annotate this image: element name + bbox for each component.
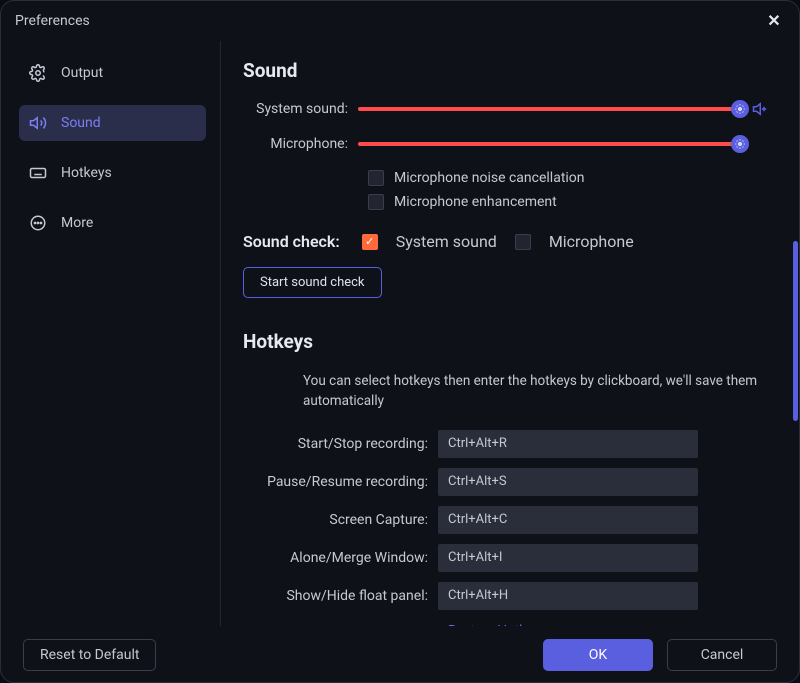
footer-right: OK Cancel [543,639,777,671]
sidebar-item-label: Output [61,65,103,81]
enhance-label: Microphone enhancement [394,194,557,210]
noise-cancel-label: Microphone noise cancellation [394,170,585,186]
microphone-slider-thumb[interactable] [731,135,749,153]
system-sound-label: System sound: [243,101,358,117]
hotkey-label: Show/Hide float panel: [243,588,438,604]
sidebar-item-label: More [61,215,93,231]
system-sound-slider[interactable] [358,107,741,111]
hotkey-row-alone-merge: Alone/Merge Window: [243,544,771,572]
close-button[interactable]: ✕ [763,10,785,32]
sound-check-system-label: System sound [396,232,497,251]
hotkey-row-pause-resume: Pause/Resume recording: [243,468,771,496]
sound-heading: Sound [243,59,771,82]
window-body: Output Sound Hotkeys More [1,41,799,626]
ok-button[interactable]: OK [543,639,653,671]
sidebar-item-label: Hotkeys [61,165,112,181]
sound-check-mic-checkbox[interactable] [515,234,531,250]
speaker-icon [29,114,47,132]
sound-check-system-checkbox[interactable]: ✓ [362,234,378,250]
sidebar-item-output[interactable]: Output [19,55,206,91]
content: Sound System sound: [221,41,799,626]
system-sound-slider-thumb[interactable] [731,100,749,118]
start-sound-check-button[interactable]: Start sound check [243,267,382,298]
hotkey-input-alone-merge[interactable] [438,544,698,572]
enhance-row: Microphone enhancement [368,194,771,210]
hotkeys-heading: Hotkeys [243,330,771,353]
noise-cancel-checkbox[interactable] [368,170,384,186]
system-sound-slider-wrap [358,100,771,118]
microphone-slider[interactable] [358,142,741,146]
content-wrap: Sound System sound: [221,41,799,626]
noise-cancel-row: Microphone noise cancellation [368,170,771,186]
footer: Reset to Default OK Cancel [1,626,799,682]
more-icon [29,214,47,232]
sound-check-label: Sound check: [243,232,340,251]
mic-options: Microphone noise cancellation Microphone… [368,170,771,210]
gear-icon [29,64,47,82]
hotkey-label: Alone/Merge Window: [243,550,438,566]
sidebar-item-more[interactable]: More [19,205,206,241]
hotkey-label: Pause/Resume recording: [243,474,438,490]
restore-hotkeys-wrap: Restore Hotkeys [448,620,771,627]
restore-hotkeys-link[interactable]: Restore Hotkeys [448,623,546,627]
sound-check-mic-label: Microphone [549,232,634,251]
keyboard-icon [29,164,47,182]
enhance-checkbox[interactable] [368,194,384,210]
sidebar-item-hotkeys[interactable]: Hotkeys [19,155,206,191]
hotkey-row-float-panel: Show/Hide float panel: [243,582,771,610]
hotkeys-description: You can select hotkeys then enter the ho… [303,371,763,412]
sidebar: Output Sound Hotkeys More [1,41,221,626]
hotkey-label: Start/Stop recording: [243,436,438,452]
window-title: Preferences [15,13,90,29]
hotkey-row-start-stop: Start/Stop recording: [243,430,771,458]
hotkey-input-float-panel[interactable] [438,582,698,610]
scrollbar-thumb[interactable] [793,241,798,421]
hotkey-input-screen-capture[interactable] [438,506,698,534]
sidebar-item-sound[interactable]: Sound [19,105,206,141]
cancel-button[interactable]: Cancel [667,639,777,671]
sidebar-item-label: Sound [61,115,101,131]
preferences-window: Preferences ✕ Output Sound Hotkeys [0,0,800,683]
titlebar: Preferences ✕ [1,1,799,41]
sound-check-row: Sound check: ✓ System sound Microphone [243,232,771,251]
reset-to-default-button[interactable]: Reset to Default [23,639,156,671]
hotkey-label: Screen Capture: [243,512,438,528]
hotkey-input-pause-resume[interactable] [438,468,698,496]
microphone-slider-wrap [358,142,771,146]
system-sound-row: System sound: [243,100,771,118]
microphone-row: Microphone: [243,136,771,152]
volume-up-icon[interactable] [751,100,771,118]
hotkey-input-start-stop[interactable] [438,430,698,458]
microphone-label: Microphone: [243,136,358,152]
hotkey-row-screen-capture: Screen Capture: [243,506,771,534]
